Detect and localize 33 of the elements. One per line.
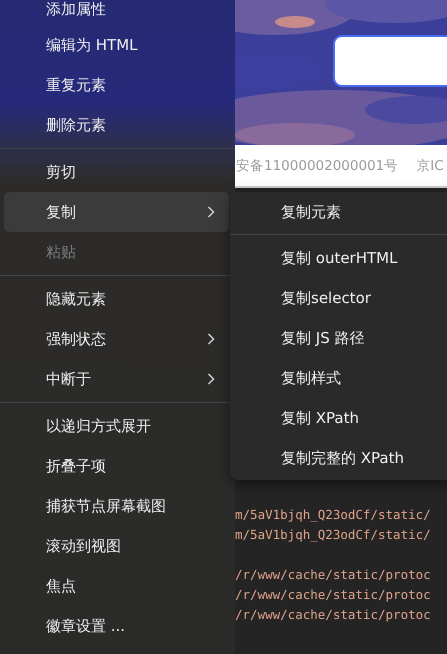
menu-item[interactable]: 焦点 bbox=[4, 566, 229, 606]
code-line: /r/www/cache/static/protoc bbox=[235, 586, 432, 604]
menu-item[interactable]: 捕获节点屏幕截图 bbox=[4, 486, 229, 526]
menu-item[interactable]: 复制selector bbox=[230, 278, 447, 318]
code-line: /r/www/cache/static/protoc bbox=[235, 566, 432, 584]
menu-item[interactable]: 以递归方式展开 bbox=[4, 406, 229, 446]
menu-item[interactable]: 滚动到视图 bbox=[4, 526, 229, 566]
menu-item[interactable]: 重复元素 bbox=[4, 65, 229, 105]
menu-item[interactable]: 强制状态 bbox=[4, 319, 229, 359]
menu-item[interactable]: 中断于 bbox=[4, 359, 229, 399]
menu-item[interactable]: 添加属性 bbox=[4, 0, 229, 25]
menu-item[interactable]: 剪切 bbox=[4, 152, 229, 192]
menu-item[interactable]: 删除元素 bbox=[4, 105, 229, 145]
menu-item[interactable]: 折叠子项 bbox=[4, 446, 229, 486]
menu-item[interactable]: 徽章设置 ... bbox=[4, 606, 229, 646]
menu-item[interactable]: 隐藏元素 bbox=[4, 279, 229, 319]
code-line: m/5aV1bjqh_Q23odCf/static/ bbox=[235, 506, 432, 524]
menu-item[interactable]: 复制 bbox=[4, 192, 229, 232]
search-field[interactable] bbox=[333, 35, 447, 87]
chevron-right-icon bbox=[207, 373, 215, 385]
menu-item[interactable]: 复制 JS 路径 bbox=[230, 318, 447, 358]
menu-item[interactable]: 复制样式 bbox=[230, 358, 447, 398]
menu-item[interactable]: 复制 XPath bbox=[230, 398, 447, 438]
menu-item[interactable]: 复制完整的 XPath bbox=[230, 438, 447, 478]
menu-item[interactable]: 复制 outerHTML bbox=[230, 238, 447, 278]
chevron-right-icon bbox=[207, 206, 215, 218]
code-line: /r/www/cache/static/protoc bbox=[235, 606, 432, 624]
menu-item[interactable]: 编辑为 HTML bbox=[4, 25, 229, 65]
footer-text: 安备11000002000001号 bbox=[236, 156, 398, 174]
footer-text: 京IC bbox=[416, 156, 444, 174]
chevron-right-icon bbox=[207, 333, 215, 345]
code-line: m/5aV1bjqh_Q23odCf/static/ bbox=[235, 526, 432, 544]
menu-item[interactable]: 复制元素 bbox=[230, 192, 447, 232]
